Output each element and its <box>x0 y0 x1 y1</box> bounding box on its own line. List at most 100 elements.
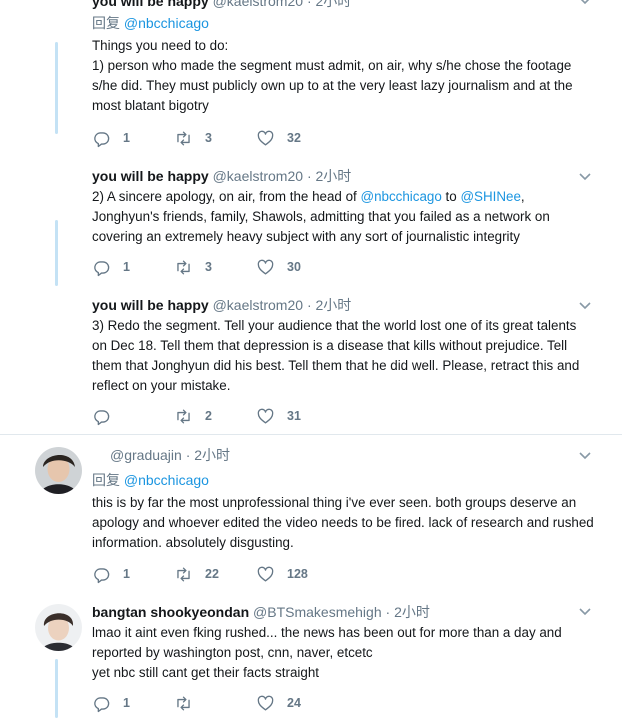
retweet-count: 22 <box>205 567 219 581</box>
like-action[interactable]: 128 <box>256 565 338 584</box>
like-count: 31 <box>287 409 301 423</box>
author-handle[interactable]: @kaelstrom20 <box>213 0 303 9</box>
tweet-5[interactable]: bangtan shookyeondan @BTSmakesmehigh · 2… <box>0 591 622 718</box>
avatar[interactable] <box>35 604 82 651</box>
tweet-header: you will be happy @kaelstrom20 · 2小时 <box>92 167 594 185</box>
reply-action[interactable]: 1 <box>92 694 174 713</box>
retweet-icon <box>177 259 190 275</box>
author-handle[interactable]: @graduajin <box>110 447 182 463</box>
author-name[interactable]: you will be happy <box>92 297 209 313</box>
tweet-time[interactable]: 2小时 <box>316 168 352 184</box>
retweet-count: 3 <box>205 260 212 274</box>
tweet-actions: 1 22 128 <box>92 564 338 584</box>
author-name[interactable]: you will be happy <box>92 0 209 9</box>
retweet-action[interactable]: 3 <box>174 258 256 277</box>
like-icon <box>257 130 274 146</box>
tweet-actions: 1 24 <box>92 693 338 713</box>
tweet-1[interactable]: you will be happy @kaelstrom20 · 2小时 回复 … <box>0 0 622 160</box>
tweet-actions: 2 31 <box>92 406 338 426</box>
thread-line <box>55 659 58 718</box>
mention-link[interactable]: @nbcchicago <box>360 189 441 204</box>
tweet-header: @graduajin · 2小时 <box>110 446 594 464</box>
caret-down-icon[interactable] <box>578 0 592 8</box>
tweet-time[interactable]: 2小时 <box>316 0 352 9</box>
like-count: 32 <box>287 131 301 145</box>
tweet-text: 2) A sincere apology, on air, from the h… <box>92 187 594 247</box>
separator-dot: · <box>306 168 312 184</box>
like-action[interactable]: 24 <box>256 694 338 713</box>
tweet-time[interactable]: 2小时 <box>394 604 430 620</box>
tweet-header: you will be happy @kaelstrom20 · 2小时 <box>92 296 594 314</box>
author-name[interactable]: you will be happy <box>92 168 209 184</box>
reply-action[interactable] <box>92 407 174 426</box>
reply-count: 1 <box>123 260 130 274</box>
tweet-4[interactable]: @graduajin · 2小时 回复 @nbcchicago this is … <box>0 435 622 591</box>
reply-count: 1 <box>123 131 130 145</box>
author-handle[interactable]: @BTSmakesmehigh <box>253 604 382 620</box>
tweet-text: this is by far the most unprofessional t… <box>92 495 594 550</box>
reply-count: 1 <box>123 567 130 581</box>
retweet-action[interactable] <box>174 694 256 713</box>
author-name[interactable]: bangtan shookyeondan <box>92 604 249 620</box>
reply-action[interactable]: 1 <box>92 565 174 584</box>
caret-down-icon[interactable] <box>578 605 592 619</box>
avatar-image <box>35 604 82 651</box>
reply-prefix: 回复 <box>92 472 120 488</box>
tweet-text-part: 2) A sincere apology, on air, from the h… <box>92 189 361 204</box>
caret-down-icon[interactable] <box>578 449 592 463</box>
reply-count: 1 <box>123 696 130 710</box>
tweet-3[interactable]: you will be happy @kaelstrom20 · 2小时 3) … <box>0 290 622 434</box>
reply-context: 回复 @nbcchicago <box>92 470 594 490</box>
separator-dot: · <box>185 447 191 463</box>
reply-prefix: 回复 <box>92 15 120 31</box>
like-icon <box>257 566 274 582</box>
author-handle[interactable]: @kaelstrom20 <box>213 168 303 184</box>
avatar[interactable] <box>35 447 82 494</box>
reply-action[interactable]: 1 <box>92 129 174 148</box>
caret-down-icon[interactable] <box>578 170 592 184</box>
like-icon <box>257 408 274 424</box>
tweet-text: lmao it aint even fking rushed... the ne… <box>92 625 562 680</box>
thread-line <box>55 220 58 286</box>
retweet-icon <box>177 130 190 146</box>
retweet-action[interactable]: 22 <box>174 565 256 584</box>
mention-link[interactable]: @SHINee <box>460 189 520 204</box>
separator-dot: · <box>306 297 312 313</box>
reply-mention[interactable]: @nbcchicago <box>124 15 209 31</box>
reply-icon <box>94 567 110 583</box>
caret-down-icon[interactable] <box>578 299 592 313</box>
author-handle[interactable]: @kaelstrom20 <box>213 297 303 313</box>
avatar-image <box>35 447 82 494</box>
tweet-actions: 1 3 32 <box>92 128 338 148</box>
tweet-text-part: to <box>441 189 461 204</box>
tweet-text: 3) Redo the segment. Tell your audience … <box>92 318 580 393</box>
tweet-time[interactable]: 2小时 <box>316 297 352 313</box>
retweet-icon <box>177 695 190 711</box>
tweet-time[interactable]: 2小时 <box>194 447 230 463</box>
reply-action[interactable]: 1 <box>92 258 174 277</box>
reply-icon <box>94 131 110 147</box>
like-count: 30 <box>287 260 301 274</box>
reply-icon <box>94 260 110 276</box>
tweet-header: you will be happy @kaelstrom20 · 2小时 <box>92 0 594 10</box>
reply-icon <box>94 409 110 425</box>
like-icon <box>257 259 274 275</box>
retweet-action[interactable]: 3 <box>174 129 256 148</box>
like-icon <box>257 695 274 711</box>
retweet-icon <box>177 408 190 424</box>
thread-line <box>55 42 58 134</box>
like-action[interactable]: 32 <box>256 129 338 148</box>
retweet-action[interactable]: 2 <box>174 407 256 426</box>
retweet-count: 3 <box>205 131 212 145</box>
like-action[interactable]: 30 <box>256 258 338 277</box>
like-count: 24 <box>287 696 301 710</box>
separator-dot: · <box>306 0 312 9</box>
tweet-text: Things you need to do: 1) person who mad… <box>92 38 573 113</box>
like-count: 128 <box>287 567 308 581</box>
separator-dot: · <box>385 604 391 620</box>
tweet-header: bangtan shookyeondan @BTSmakesmehigh · 2… <box>92 603 594 621</box>
reply-icon <box>94 696 110 712</box>
like-action[interactable]: 31 <box>256 407 338 426</box>
reply-mention[interactable]: @nbcchicago <box>124 472 209 488</box>
tweet-2[interactable]: you will be happy @kaelstrom20 · 2小时 2) … <box>0 160 622 290</box>
